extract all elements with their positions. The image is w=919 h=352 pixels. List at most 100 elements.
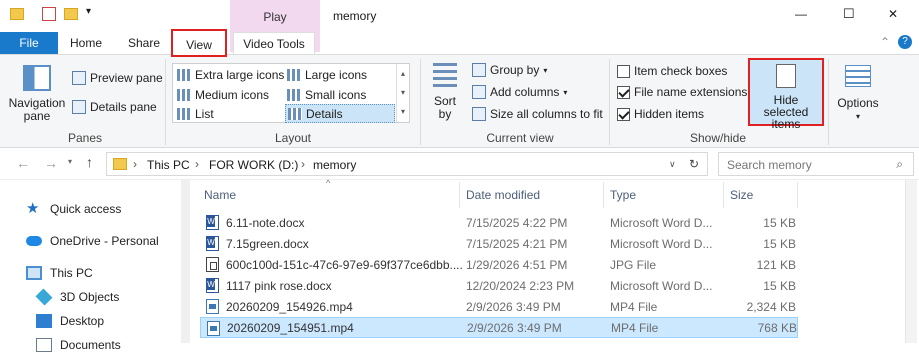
layout-list[interactable]: List xyxy=(175,104,283,123)
folder-icon xyxy=(10,8,24,20)
tab-file[interactable]: File xyxy=(0,32,58,54)
breadcrumb-separator-icon[interactable]: › xyxy=(133,157,137,171)
layout-extra-large-icons[interactable]: Extra large icons xyxy=(175,65,284,84)
hidden-items-toggle[interactable]: Hidden items xyxy=(617,107,704,121)
breadcrumb-for-work[interactable]: FOR WORK (D:) xyxy=(209,158,298,172)
column-header-type[interactable]: Type xyxy=(604,182,724,208)
file-row[interactable]: 600c100d-151c-47c6-97e9-69f377ce6dbb....… xyxy=(200,254,798,275)
documents-icon xyxy=(36,338,52,352)
navigation-pane: ★ Quick access OneDrive - Personal This P… xyxy=(0,180,190,352)
tab-view[interactable]: View xyxy=(171,29,227,57)
properties-icon[interactable] xyxy=(42,7,56,21)
tab-share[interactable]: Share xyxy=(120,32,168,54)
recent-locations-icon[interactable]: ▾ xyxy=(68,157,72,166)
image-file-icon xyxy=(206,257,219,272)
nav-documents[interactable]: Documents xyxy=(36,338,121,352)
close-button[interactable]: ✕ xyxy=(888,7,898,21)
minimize-button[interactable]: — xyxy=(795,7,807,21)
divider xyxy=(609,59,610,145)
computer-icon xyxy=(26,266,42,280)
hide-selected-items-button[interactable]: Hide selected items xyxy=(748,58,824,130)
breadcrumb-separator-icon[interactable]: › xyxy=(301,157,305,171)
add-columns-button[interactable]: Add columns ▾ xyxy=(472,85,567,99)
options-button[interactable]: Options ▾ xyxy=(834,65,882,123)
preview-pane-button[interactable]: Preview pane xyxy=(72,71,163,85)
size-all-label: Size all columns to fit xyxy=(490,107,603,121)
video-file-icon xyxy=(206,299,219,314)
nav-label: Quick access xyxy=(50,202,122,216)
show-hide-group-label: Show/hide xyxy=(689,131,747,145)
file-row[interactable]: 6.11-note.docx 7/15/2025 4:22 PM Microsoft… xyxy=(200,212,798,233)
file-size: 768 KB xyxy=(757,320,797,335)
tab-home[interactable]: Home xyxy=(62,32,110,54)
new-folder-icon[interactable] xyxy=(64,8,78,20)
file-date: 12/20/2024 2:23 PM xyxy=(466,278,575,293)
nav-label: OneDrive - Personal xyxy=(50,234,159,248)
breadcrumb-separator-icon[interactable]: › xyxy=(195,157,199,171)
address-bar[interactable]: › This PC › FOR WORK (D:) › memory ∨ ↻ xyxy=(106,152,708,176)
address-dropdown-icon[interactable]: ∨ xyxy=(669,159,676,170)
details-icon xyxy=(288,107,302,120)
file-name-extensions-checkbox[interactable] xyxy=(617,85,630,99)
layout-group-label: Layout xyxy=(274,131,312,145)
layout-medium-icons[interactable]: Medium icons xyxy=(175,85,283,104)
layout-small-icons[interactable]: Small icons xyxy=(285,85,395,104)
details-pane-button[interactable]: Details pane xyxy=(72,100,157,114)
large-icons-icon xyxy=(287,68,301,81)
maximize-button[interactable]: ☐ xyxy=(843,6,855,22)
back-icon[interactable]: ← xyxy=(16,155,30,171)
file-date: 7/15/2025 4:21 PM xyxy=(466,236,568,251)
chevron-down-icon: ▾ xyxy=(563,87,568,97)
file-type: MP4 File xyxy=(610,299,658,314)
nav-this-pc[interactable]: This PC xyxy=(26,266,93,280)
file-name: 600c100d-151c-47c6-97e9-69f377ce6dbb.... xyxy=(226,257,462,272)
column-header-date[interactable]: Date modified xyxy=(460,182,604,208)
search-icon[interactable]: ⌕ xyxy=(896,157,903,172)
file-row[interactable]: 20260209_154926.mp4 2/9/2026 3:49 PM MP4 F… xyxy=(200,296,798,317)
options-label: Options xyxy=(837,96,879,110)
item-check-boxes-checkbox[interactable] xyxy=(617,64,630,78)
file-name-extensions-toggle[interactable]: File name extensions xyxy=(617,85,747,99)
item-check-boxes-toggle[interactable]: Item check boxes xyxy=(617,64,727,78)
help-icon[interactable]: ? xyxy=(898,35,912,49)
size-all-columns-button[interactable]: Size all columns to fit xyxy=(472,107,603,121)
word-document-icon xyxy=(206,215,219,230)
star-icon: ★ xyxy=(26,200,40,217)
file-name: 20260209_154926.mp4 xyxy=(226,299,353,314)
sort-by-label: Sort by xyxy=(433,94,456,121)
hide-selected-icon xyxy=(776,64,796,88)
layout-label: List xyxy=(195,106,214,121)
customize-qat-icon[interactable]: ▾ xyxy=(86,6,91,17)
preview-pane-label: Preview pane xyxy=(90,71,163,85)
nav-label: Desktop xyxy=(60,314,105,328)
layout-details[interactable]: Details xyxy=(285,104,395,123)
file-row[interactable]: 1117 pink rose.docx 12/20/2024 2:23 PM Mic… xyxy=(200,275,798,296)
column-header-size[interactable]: Size xyxy=(724,182,798,208)
up-icon[interactable]: ↑ xyxy=(86,154,93,170)
nav-desktop[interactable]: Desktop xyxy=(36,314,104,328)
nav-3d-objects[interactable]: 3D Objects xyxy=(35,288,119,306)
nav-onedrive[interactable]: OneDrive - Personal xyxy=(26,234,159,248)
navigation-pane-button[interactable]: Navigation pane xyxy=(6,65,68,123)
hidden-items-checkbox[interactable] xyxy=(617,107,630,121)
group-by-button[interactable]: Group by ▾ xyxy=(472,63,547,77)
desktop-icon xyxy=(36,314,52,328)
breadcrumb-this-pc[interactable]: This PC xyxy=(147,158,190,172)
sort-by-button[interactable]: Sort by xyxy=(428,63,462,121)
nav-scrollbar[interactable] xyxy=(181,180,190,343)
search-input[interactable]: Search memory ⌕ xyxy=(718,152,914,176)
medium-icons-icon xyxy=(177,88,191,101)
file-row[interactable]: 7.15green.docx 7/15/2025 4:21 PM Microsoft… xyxy=(200,233,798,254)
forward-icon[interactable]: → xyxy=(44,155,58,171)
tab-video-tools[interactable]: Video Tools xyxy=(233,32,315,54)
column-header-name[interactable]: Name xyxy=(198,182,460,208)
file-row[interactable]: 20260209_154951.mp4 2/9/2026 3:49 PM MP4 F… xyxy=(200,317,798,338)
layout-large-icons[interactable]: Large icons xyxy=(285,65,395,84)
refresh-icon[interactable]: ↻ xyxy=(689,157,699,171)
layout-scroll[interactable]: ▴ ▾ ▾ xyxy=(396,64,409,122)
breadcrumb-memory[interactable]: memory xyxy=(313,158,356,172)
collapse-ribbon-icon[interactable]: ⌃ xyxy=(880,35,890,49)
cloud-icon xyxy=(26,236,42,246)
nav-quick-access[interactable]: ★ Quick access xyxy=(26,200,122,217)
file-list-scrollbar[interactable] xyxy=(905,180,917,343)
